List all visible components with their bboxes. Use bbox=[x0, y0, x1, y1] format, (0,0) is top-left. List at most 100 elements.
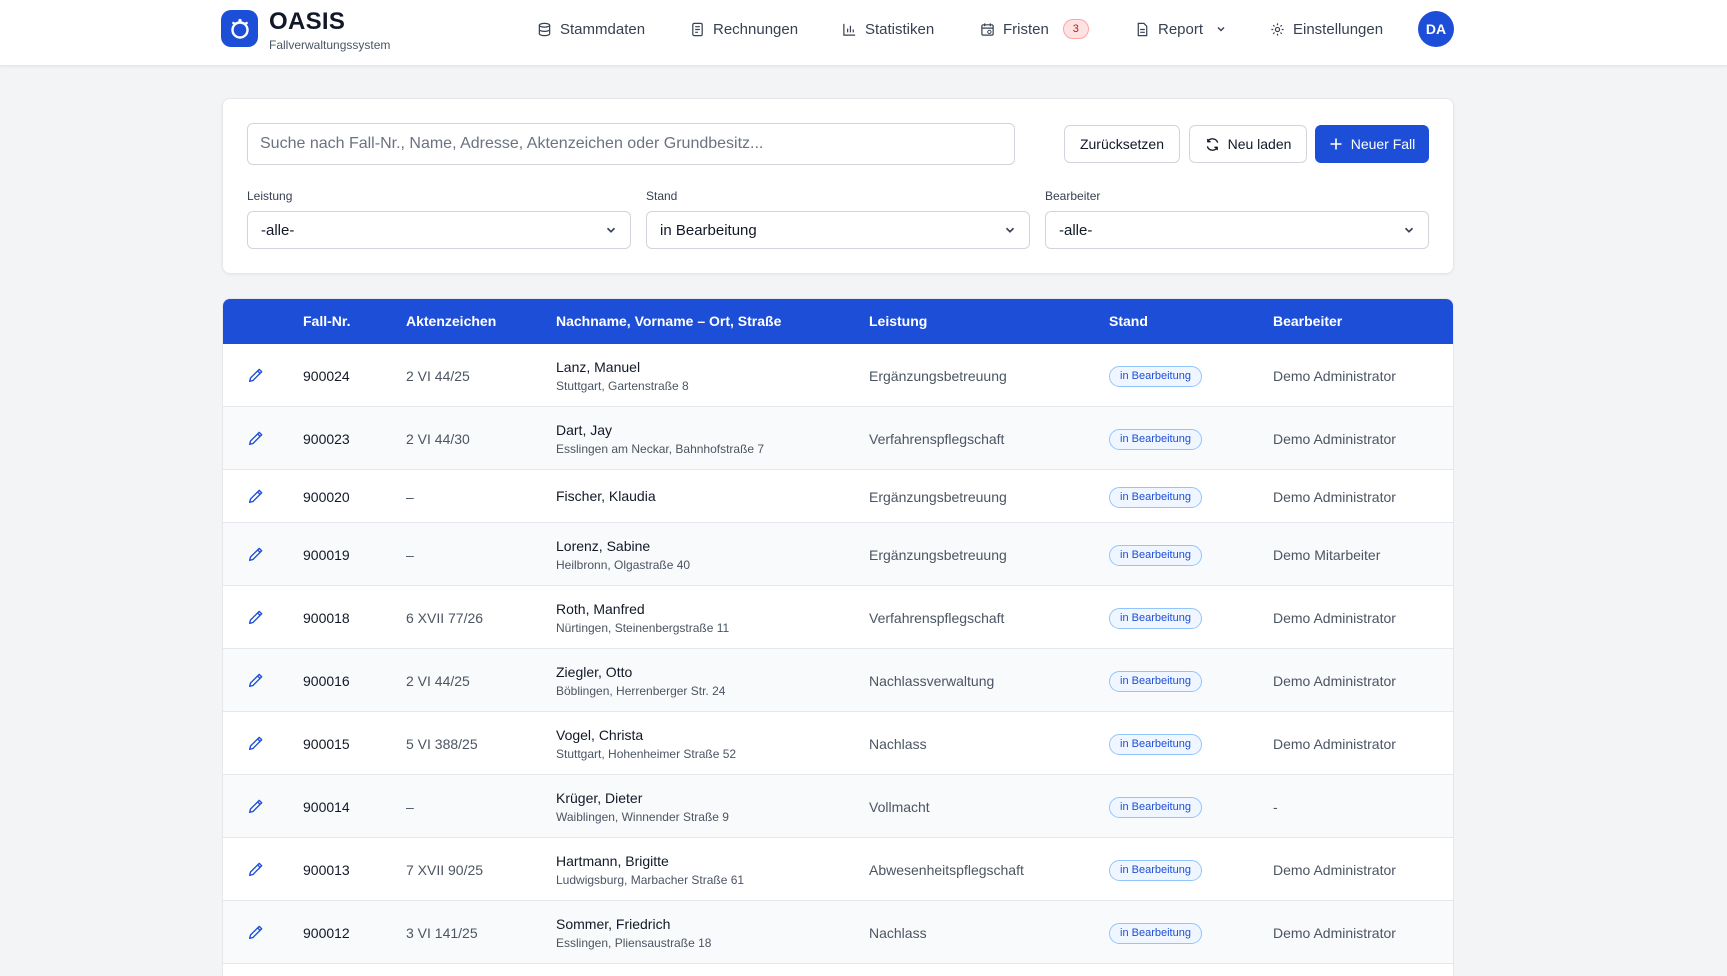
top-navigation-bar: OASIS Fallverwaltungssystem Stammdaten R… bbox=[0, 0, 1727, 66]
table-row[interactable]: 900018 6 XVII 77/26 Roth, Manfred Nürtingen… bbox=[223, 586, 1453, 649]
edit-pencil-icon[interactable] bbox=[247, 735, 264, 757]
name-cell: Sommer, Friedrich bbox=[556, 916, 671, 932]
edit-pencil-icon[interactable] bbox=[247, 488, 264, 510]
stand-filter-label: Stand bbox=[646, 189, 678, 203]
address-cell: Waiblingen, Winnender Straße 9 bbox=[556, 810, 729, 824]
leistung-cell: Ergänzungsbetreuung bbox=[869, 547, 1007, 563]
aktenzeichen-cell: 7 XVII 90/25 bbox=[406, 862, 484, 878]
name-cell: Fischer, Klaudia bbox=[556, 488, 656, 504]
status-badge: in Bearbeitung bbox=[1109, 797, 1202, 818]
bearbeiter-cell: Demo Administrator bbox=[1273, 673, 1396, 689]
stand-filter-value: in Bearbeitung bbox=[660, 221, 757, 239]
table-row[interactable]: 900014 – Krüger, Dieter Waiblingen, Winnend… bbox=[223, 775, 1453, 838]
bearbeiter-filter-value: -alle- bbox=[1059, 221, 1093, 239]
nav-report[interactable]: Report bbox=[1135, 19, 1227, 39]
status-badge: in Bearbeitung bbox=[1109, 487, 1202, 508]
table-row[interactable]: 900020 – Fischer, Klaudia Ergänzungsbetreuu… bbox=[223, 470, 1453, 523]
column-header-name[interactable]: Nachname, Vorname – Ort, Straße bbox=[556, 313, 781, 329]
table-row[interactable]: 900016 2 VI 44/25 Ziegler, Otto Böblingen, … bbox=[223, 649, 1453, 712]
database-icon bbox=[538, 22, 551, 36]
bearbeiter-cell: - bbox=[1273, 799, 1278, 815]
column-header-stand[interactable]: Stand bbox=[1109, 313, 1148, 329]
nav-fristen-label: Fristen bbox=[1003, 20, 1049, 38]
search-input[interactable] bbox=[247, 123, 1015, 165]
fall-nr-cell: 900016 bbox=[303, 673, 350, 689]
column-header-aktenzeichen[interactable]: Aktenzeichen bbox=[406, 313, 496, 329]
fall-nr-cell: 900015 bbox=[303, 736, 350, 752]
app-title: OASIS bbox=[269, 8, 346, 35]
reset-button[interactable]: Zurücksetzen bbox=[1064, 125, 1180, 163]
fall-nr-cell: 900018 bbox=[303, 610, 350, 626]
leistung-cell: Nachlassverwaltung bbox=[869, 673, 995, 689]
leistung-filter-select[interactable]: -alle- bbox=[247, 211, 631, 249]
reload-button[interactable]: Neu laden bbox=[1189, 125, 1307, 163]
edit-pencil-icon[interactable] bbox=[247, 861, 264, 883]
new-case-button[interactable]: Neuer Fall bbox=[1315, 125, 1429, 163]
name-cell: Hartmann, Brigitte bbox=[556, 853, 669, 869]
bearbeiter-filter-select[interactable]: -alle- bbox=[1045, 211, 1429, 249]
bearbeiter-cell: Demo Administrator bbox=[1273, 489, 1396, 505]
edit-pencil-icon[interactable] bbox=[247, 430, 264, 452]
fall-nr-cell: 900012 bbox=[303, 925, 350, 941]
fall-nr-cell: 900024 bbox=[303, 368, 350, 384]
invoice-icon bbox=[692, 22, 703, 36]
bearbeiter-cell: Demo Administrator bbox=[1273, 736, 1396, 752]
aktenzeichen-cell: – bbox=[406, 799, 414, 815]
table-row[interactable]: 900015 5 VI 388/25 Vogel, Christa Stuttgart… bbox=[223, 712, 1453, 775]
chevron-down-icon bbox=[1217, 27, 1225, 32]
leistung-cell: Verfahrenspflegschaft bbox=[869, 610, 1005, 626]
user-avatar[interactable]: DA bbox=[1418, 11, 1454, 47]
fall-nr-cell: 900014 bbox=[303, 799, 350, 815]
column-header-bearbeiter[interactable]: Bearbeiter bbox=[1273, 313, 1342, 329]
leistung-cell: Abwesenheitspflegschaft bbox=[869, 862, 1024, 878]
bearbeiter-cell: Demo Administrator bbox=[1273, 925, 1396, 941]
stand-filter-select[interactable]: in Bearbeitung bbox=[646, 211, 1030, 249]
address-cell: Nürtingen, Steinenbergstraße 11 bbox=[556, 621, 730, 635]
chevron-down-icon bbox=[606, 227, 616, 233]
edit-pencil-icon[interactable] bbox=[247, 609, 264, 631]
edit-pencil-icon[interactable] bbox=[247, 367, 264, 389]
stand-cell: in Bearbeitung bbox=[1109, 545, 1202, 566]
nav-fristen[interactable]: Fristen 3 bbox=[980, 19, 1089, 39]
stand-cell: in Bearbeitung bbox=[1109, 797, 1202, 818]
chevron-down-icon bbox=[1404, 227, 1414, 233]
edit-pencil-icon[interactable] bbox=[247, 546, 264, 568]
stand-cell: in Bearbeitung bbox=[1109, 671, 1202, 692]
table-header: Fall-Nr. Aktenzeichen Nachname, Vorname … bbox=[223, 299, 1453, 344]
name-cell: Lanz, Manuel bbox=[556, 359, 641, 375]
bearbeiter-cell: Demo Mitarbeiter bbox=[1273, 547, 1381, 563]
nav-einstellungen[interactable]: Einstellungen bbox=[1270, 19, 1383, 39]
nav-stammdaten-label: Stammdaten bbox=[560, 20, 646, 38]
chevron-down-icon bbox=[1005, 227, 1015, 233]
leistung-cell: Nachlass bbox=[869, 736, 927, 752]
bearbeiter-cell: Demo Administrator bbox=[1273, 368, 1396, 384]
name-cell: Krüger, Dieter bbox=[556, 790, 643, 806]
document-icon bbox=[1137, 22, 1148, 36]
leistung-cell: Ergänzungsbetreuung bbox=[869, 368, 1007, 384]
fall-nr-cell: 900020 bbox=[303, 489, 350, 505]
status-badge: in Bearbeitung bbox=[1109, 366, 1202, 387]
name-cell: Dart, Jay bbox=[556, 422, 613, 438]
nav-stammdaten[interactable]: Stammdaten bbox=[537, 19, 645, 39]
bearbeiter-cell: Demo Administrator bbox=[1273, 431, 1396, 447]
table-row[interactable]: 900013 7 XVII 90/25 Hartmann, Brigitte Ludw… bbox=[223, 838, 1453, 901]
column-header-fall-nr[interactable]: Fall-Nr. bbox=[303, 313, 350, 329]
stand-cell: in Bearbeitung bbox=[1109, 923, 1202, 944]
plus-icon bbox=[1330, 138, 1342, 150]
oasis-logo-icon[interactable] bbox=[221, 10, 258, 47]
name-cell: Lorenz, Sabine bbox=[556, 538, 651, 554]
edit-pencil-icon[interactable] bbox=[247, 672, 264, 694]
column-header-leistung[interactable]: Leistung bbox=[869, 313, 927, 329]
table-row[interactable]: 900012 3 VI 141/25 Sommer, Friedrich Esslin… bbox=[223, 901, 1453, 964]
aktenzeichen-cell: 5 VI 388/25 bbox=[406, 736, 478, 752]
table-row[interactable]: 900019 – Lorenz, Sabine Heilbronn, Olgastra… bbox=[223, 523, 1453, 586]
table-row[interactable]: 900024 2 VI 44/25 Lanz, Manuel Stuttgart, G… bbox=[223, 344, 1453, 407]
bar-chart-icon bbox=[843, 23, 856, 36]
edit-pencil-icon[interactable] bbox=[247, 798, 264, 820]
reset-button-label: Zurücksetzen bbox=[1079, 136, 1165, 152]
table-row[interactable]: 900023 2 VI 44/30 Dart, Jay Esslingen am Ne… bbox=[223, 407, 1453, 470]
nav-rechnungen[interactable]: Rechnungen bbox=[690, 19, 798, 39]
edit-pencil-icon[interactable] bbox=[247, 924, 264, 946]
nav-rechnungen-label: Rechnungen bbox=[713, 20, 799, 38]
nav-statistiken[interactable]: Statistiken bbox=[842, 19, 934, 39]
